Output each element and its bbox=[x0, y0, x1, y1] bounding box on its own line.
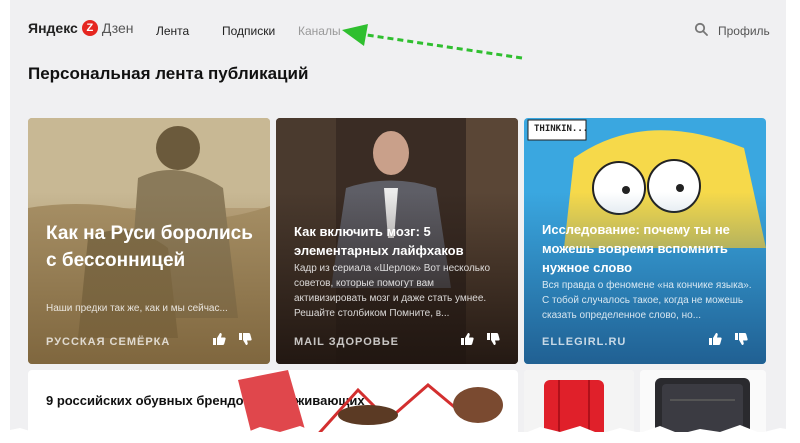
logo-product: Дзен bbox=[101, 20, 134, 36]
thumbs-down-icon[interactable] bbox=[734, 332, 748, 346]
card-title: Исследование: почему ты не можешь воврем… bbox=[542, 222, 730, 275]
article-card-3[interactable]: THINKIN... Исследование: почему ты не мо… bbox=[524, 118, 766, 364]
thumbs-down-icon[interactable] bbox=[486, 332, 500, 346]
card-source[interactable]: ELLEGIRL.RU bbox=[542, 336, 626, 348]
thumbs-up-icon[interactable] bbox=[460, 332, 474, 346]
logo-z-icon: Z bbox=[81, 20, 98, 36]
search-icon[interactable] bbox=[694, 22, 708, 36]
card-reactions bbox=[460, 332, 500, 346]
logo-brand: Яндекс bbox=[28, 20, 78, 36]
card-source[interactable]: MAIL ЗДОРОВЬЕ bbox=[294, 336, 399, 348]
card-description: Вся правда о феномене «на кончике языка»… bbox=[542, 280, 752, 321]
card-description: Наши предки так же, как и мы сейчас... bbox=[46, 303, 228, 314]
article-card-2[interactable]: Как включить мозг: 5 элементарных лайфха… bbox=[276, 118, 518, 364]
card-reactions bbox=[708, 332, 748, 346]
thinking-caption: THINKIN... bbox=[534, 124, 589, 134]
profile-link[interactable]: Профиль bbox=[718, 24, 770, 38]
card-description: Кадр из сериала «Шерлок» Вот несколько с… bbox=[294, 263, 491, 319]
yandex-zen-logo[interactable]: Яндекс Z Дзен bbox=[28, 20, 134, 36]
nav-feed[interactable]: Лента bbox=[156, 24, 189, 38]
card-title: Как включить мозг: 5 элементарных лайфха… bbox=[294, 224, 464, 258]
annotation-arrow-icon bbox=[342, 24, 523, 60]
page-title: Персональная лента публикаций bbox=[28, 64, 309, 83]
article-card-1[interactable]: Как на Руси боролись с бессонницей Наши … bbox=[28, 118, 270, 364]
thumbs-down-icon[interactable] bbox=[238, 332, 252, 346]
card-title: Как на Руси боролись с бессонницей bbox=[46, 223, 253, 271]
nav-subscriptions[interactable]: Подписки bbox=[222, 24, 275, 38]
torn-edge-decoration bbox=[0, 425, 800, 443]
thumbs-up-icon[interactable] bbox=[212, 332, 226, 346]
card-source[interactable]: РУССКАЯ СЕМЁРКА bbox=[46, 336, 170, 348]
thumbs-up-icon[interactable] bbox=[708, 332, 722, 346]
card-reactions bbox=[212, 332, 252, 346]
